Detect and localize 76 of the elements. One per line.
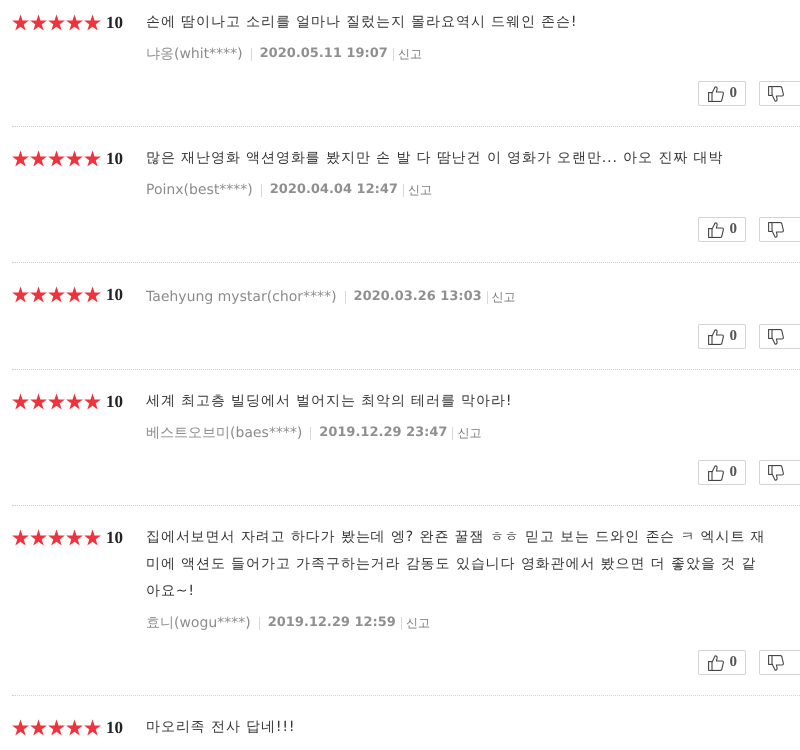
star-icon xyxy=(30,393,47,410)
author-name: Taehyung mystar(chor****) xyxy=(146,288,337,306)
star-icon xyxy=(84,719,101,736)
review-date: 2020.03.26 13:03 xyxy=(354,288,482,306)
star-icon xyxy=(66,529,83,546)
star-icon xyxy=(84,529,101,546)
star-icon xyxy=(66,286,83,303)
star-icon xyxy=(48,14,65,31)
score-text: 10 xyxy=(106,150,123,167)
report-link[interactable]: 신고 xyxy=(398,45,422,63)
like-button[interactable]: 0 xyxy=(698,324,746,349)
star-icon xyxy=(66,393,83,410)
star-icon xyxy=(84,393,101,410)
star-icon xyxy=(48,150,65,167)
review-text: 많은 재난영화 액션영화를 봤지만 손 발 다 땀난건 이 영화가 오랜만... 아오 진짜 대박 xyxy=(146,149,724,168)
report-link[interactable]: 신고 xyxy=(408,181,432,199)
star-icon xyxy=(84,286,101,303)
thumbs-down-icon xyxy=(768,654,784,670)
author-name: Poinx(best****) xyxy=(146,180,253,200)
like-button[interactable]: 0 xyxy=(698,460,746,485)
author-name: 베스트오브미(baes****) xyxy=(146,424,302,442)
like-button[interactable]: 0 xyxy=(698,217,746,242)
review-date: 2020.04.04 12:47 xyxy=(270,181,398,200)
star-icon xyxy=(84,14,101,31)
score-text: 10 xyxy=(106,14,123,31)
star-icon xyxy=(12,393,29,410)
thumbs-down-icon xyxy=(768,464,784,480)
star-icon xyxy=(30,529,47,546)
star-icon xyxy=(30,719,47,736)
dislike-button[interactable] xyxy=(759,217,800,242)
thumbs-down-icon xyxy=(768,328,784,344)
star-icon xyxy=(12,14,29,31)
like-button[interactable]: 0 xyxy=(698,650,746,675)
star-icon xyxy=(30,286,47,303)
author-name: 냐옹(whit****) xyxy=(146,44,243,64)
score-text: 10 xyxy=(106,529,123,546)
score-text: 10 xyxy=(106,719,123,736)
report-link[interactable]: 신고 xyxy=(406,614,430,632)
dislike-button[interactable] xyxy=(759,460,800,485)
review-text: 세계 최고층 빌딩에서 벌어지는 최악의 테러를 막아라! xyxy=(146,392,514,411)
thumbs-down-icon xyxy=(768,222,784,238)
star-icon xyxy=(48,529,65,546)
review-text: 마오리족 전사 답네!!! xyxy=(146,718,296,737)
dislike-button[interactable] xyxy=(759,81,800,106)
star-icon xyxy=(12,150,29,167)
star-icon xyxy=(84,150,101,167)
thumbs-up-icon xyxy=(708,222,724,238)
star-icon xyxy=(66,14,83,31)
score-text: 10 xyxy=(106,286,123,303)
like-button[interactable]: 0 xyxy=(698,81,746,106)
star-icon xyxy=(12,286,29,303)
author-name: 효니(wogu****) xyxy=(146,614,251,632)
thumbs-up-icon xyxy=(708,86,724,102)
thumbs-up-icon xyxy=(708,464,724,480)
star-icon xyxy=(12,529,29,546)
report-link[interactable]: 신고 xyxy=(457,424,482,442)
review-text: 집에서보면서 자려고 하다가 봤는데 엥? 완죤 꿀잼 ㅎㅎ 믿고 보는 드와인 존슨 ㅋ 엑시트 재미에 액션도 들어가고 가족구하는거라 감동도 있습니다 영화관에서 봤으면 더 좋았을 것 같아요~! xyxy=(146,528,767,601)
thumbs-up-icon xyxy=(708,328,724,344)
thumbs-down-icon xyxy=(768,86,784,102)
star-icon xyxy=(48,286,65,303)
star-icon xyxy=(12,719,29,736)
review-date: 2020.05.11 19:07 xyxy=(260,45,388,64)
review-date: 2019.12.29 12:59 xyxy=(268,614,396,632)
score-text: 10 xyxy=(106,393,123,410)
star-icon xyxy=(48,719,65,736)
thumbs-up-icon xyxy=(708,654,724,670)
dislike-button[interactable] xyxy=(759,324,800,349)
star-icon xyxy=(48,393,65,410)
star-icon xyxy=(30,14,47,31)
dislike-button[interactable] xyxy=(759,650,800,675)
review-date: 2019.12.29 23:47 xyxy=(319,424,448,442)
report-link[interactable]: 신고 xyxy=(492,288,516,306)
star-icon xyxy=(66,150,83,167)
star-icon xyxy=(66,719,83,736)
review-text: 손에 땀이나고 소리를 얼마나 질렀는지 몰라요역시 드웨인 존슨! xyxy=(146,13,578,32)
star-icon xyxy=(30,150,47,167)
